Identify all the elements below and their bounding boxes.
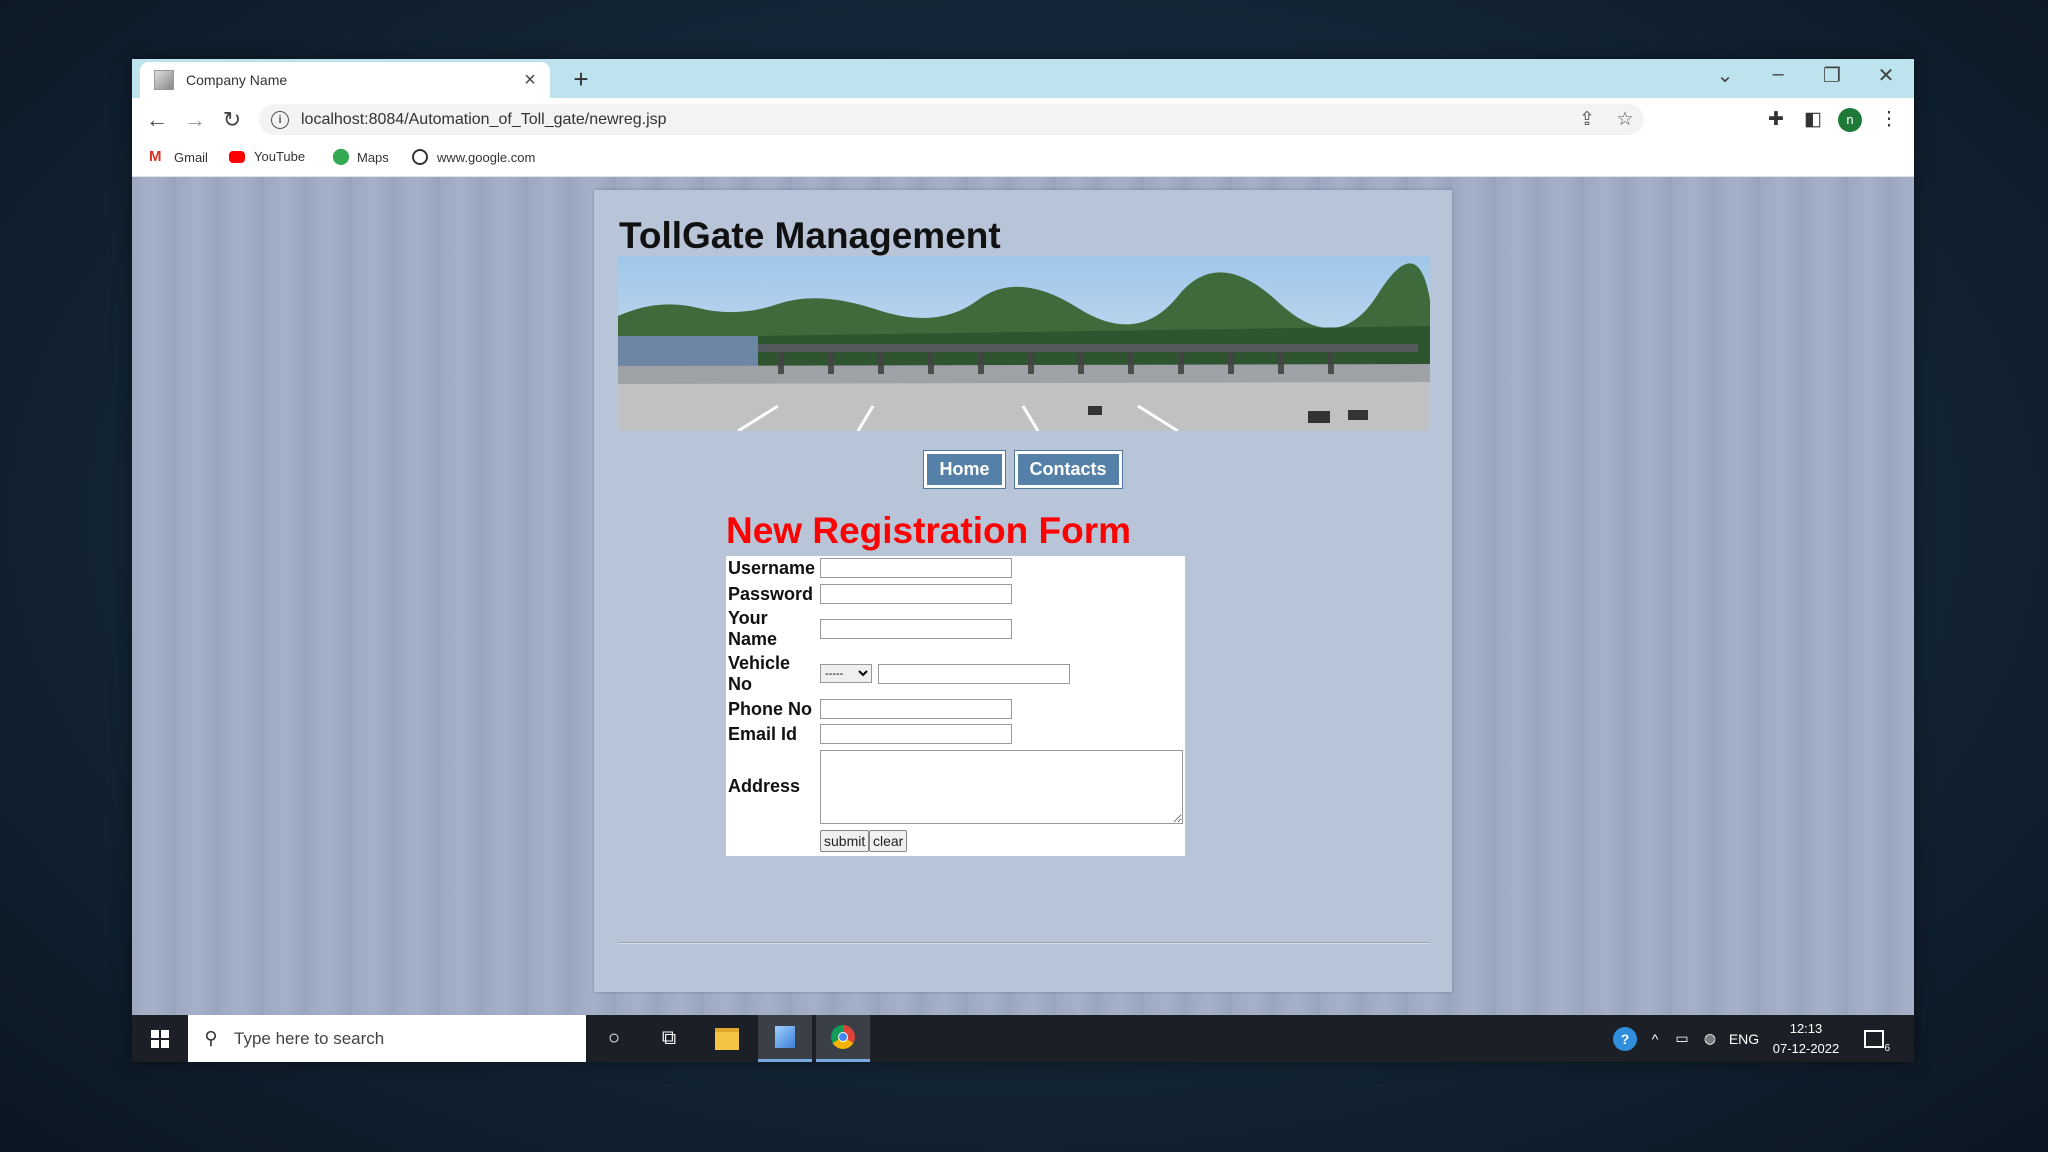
bookmark-gmail[interactable]: M Gmail	[149, 149, 208, 165]
minimize-icon[interactable]: –	[1758, 63, 1798, 86]
site-title: TollGate Management	[619, 215, 1001, 256]
app-3d-cube-icon[interactable]	[758, 1015, 812, 1062]
task-view-icon[interactable]: ⧉	[642, 1015, 696, 1062]
profile-avatar[interactable]: n	[1838, 108, 1862, 132]
browser-toolbar: ← → ↻ i localhost:8084/Automation_of_Tol…	[132, 98, 1914, 141]
tollgate-banner-image	[618, 256, 1430, 431]
battery-icon[interactable]: ▭	[1668, 1015, 1696, 1062]
tab-strip: Company Name × + ⌄ – ❐ ✕	[132, 59, 1914, 98]
chrome-icon[interactable]	[816, 1015, 870, 1062]
email-id-label: Email Id	[728, 724, 798, 744]
network-icon[interactable]: ◍	[1696, 1015, 1724, 1062]
browser-tab[interactable]: Company Name ×	[140, 62, 550, 98]
search-placeholder: Type here to search	[234, 1028, 385, 1048]
nav-contacts-button[interactable]: Contacts	[1013, 450, 1123, 489]
phone-no-label: Phone No	[728, 699, 812, 719]
new-tab-button[interactable]: +	[566, 64, 596, 95]
page-viewport: TollGate Management Home Contacts New Re…	[132, 177, 1914, 1015]
username-label: Username	[728, 558, 816, 578]
taskbar-clock[interactable]: 12:13 07-12-2022	[1766, 1019, 1846, 1059]
registration-form: Username Password Your Name Vehicle No -…	[726, 556, 1185, 856]
username-input[interactable]	[820, 558, 1012, 578]
your-name-input[interactable]	[820, 619, 1012, 639]
help-icon[interactable]: ?	[1608, 1015, 1642, 1062]
address-label: Address	[728, 776, 801, 796]
vehicle-no-input[interactable]	[878, 664, 1070, 684]
tab-title: Company Name	[186, 72, 288, 88]
phone-no-input[interactable]	[820, 699, 1012, 719]
your-name-label: Your Name	[728, 608, 778, 649]
bookmark-youtube[interactable]: YouTube	[229, 149, 305, 164]
language-indicator[interactable]: ENG	[1724, 1015, 1764, 1062]
page-favicon-icon	[154, 70, 174, 90]
vehicle-state-select[interactable]: -----	[820, 664, 872, 683]
page-container: TollGate Management Home Contacts New Re…	[594, 190, 1452, 992]
bookmark-label: Maps	[357, 149, 389, 165]
bookmark-maps[interactable]: ⬤ Maps	[332, 149, 389, 165]
clock-date: 07-12-2022	[1772, 1041, 1840, 1056]
bookmarks-bar: M Gmail YouTube ⬤ Maps www.google.com	[132, 141, 1914, 177]
vehicle-no-label: Vehicle No	[728, 653, 791, 694]
side-panel-icon[interactable]: ◧	[1798, 106, 1828, 134]
windows-taskbar: ⚲ Type here to search ○ ⧉ ? ^ ▭ ◍ ENG 12…	[132, 1015, 1914, 1062]
bookmark-label: YouTube	[254, 149, 306, 164]
email-id-input[interactable]	[820, 724, 1012, 744]
nav-home-button[interactable]: Home	[923, 450, 1006, 489]
address-bar[interactable]: i localhost:8084/Automation_of_Toll_gate…	[259, 104, 1644, 135]
forward-icon[interactable]: →	[181, 106, 209, 134]
tab-search-chevron-icon[interactable]: ⌄	[1705, 63, 1745, 88]
footer-divider	[618, 942, 1430, 944]
maps-pin-icon: ⬤	[332, 148, 350, 165]
submit-button[interactable]: submit	[820, 830, 870, 852]
password-label: Password	[728, 584, 814, 604]
bookmark-label: Gmail	[174, 149, 208, 165]
site-info-icon[interactable]: i	[271, 110, 289, 129]
bookmark-star-icon[interactable]: ☆	[1606, 108, 1644, 131]
reload-icon[interactable]: ↻	[218, 106, 246, 134]
start-button[interactable]	[132, 1015, 188, 1062]
address-textarea[interactable]	[820, 750, 1183, 824]
share-icon[interactable]: ⇪	[1568, 108, 1606, 131]
extensions-icon[interactable]: ✚	[1761, 106, 1791, 134]
notifications-icon[interactable]: 6	[1854, 1015, 1894, 1062]
youtube-icon	[229, 150, 245, 163]
search-icon: ⚲	[204, 1028, 218, 1048]
menu-icon[interactable]: ⋮	[1874, 106, 1904, 134]
notification-count: 6	[1884, 1042, 1890, 1054]
browser-window: Company Name × + ⌄ – ❐ ✕ ← → ↻ i localho…	[132, 59, 1914, 1062]
bookmark-label: www.google.com	[437, 149, 536, 165]
cortana-icon[interactable]: ○	[587, 1015, 641, 1062]
tray-expand-chevron-icon[interactable]: ^	[1642, 1015, 1668, 1062]
site-nav: Home Contacts	[594, 450, 1452, 489]
close-window-icon[interactable]: ✕	[1866, 63, 1906, 88]
gmail-icon: M	[149, 148, 162, 165]
clock-time: 12:13	[1789, 1021, 1823, 1036]
file-explorer-icon[interactable]	[700, 1015, 754, 1062]
back-icon[interactable]: ←	[143, 106, 171, 134]
clear-button[interactable]: clear	[869, 830, 908, 852]
windows-logo-icon	[151, 1029, 169, 1048]
taskbar-search-box[interactable]: ⚲ Type here to search	[188, 1015, 586, 1062]
close-tab-icon[interactable]: ×	[516, 69, 544, 92]
restore-icon[interactable]: ❐	[1812, 63, 1852, 88]
bookmark-google[interactable]: www.google.com	[412, 149, 535, 165]
password-input[interactable]	[820, 584, 1012, 604]
globe-icon	[412, 149, 428, 165]
form-title: New Registration Form	[726, 510, 1131, 551]
url-text[interactable]: localhost:8084/Automation_of_Toll_gate/n…	[301, 111, 1568, 129]
